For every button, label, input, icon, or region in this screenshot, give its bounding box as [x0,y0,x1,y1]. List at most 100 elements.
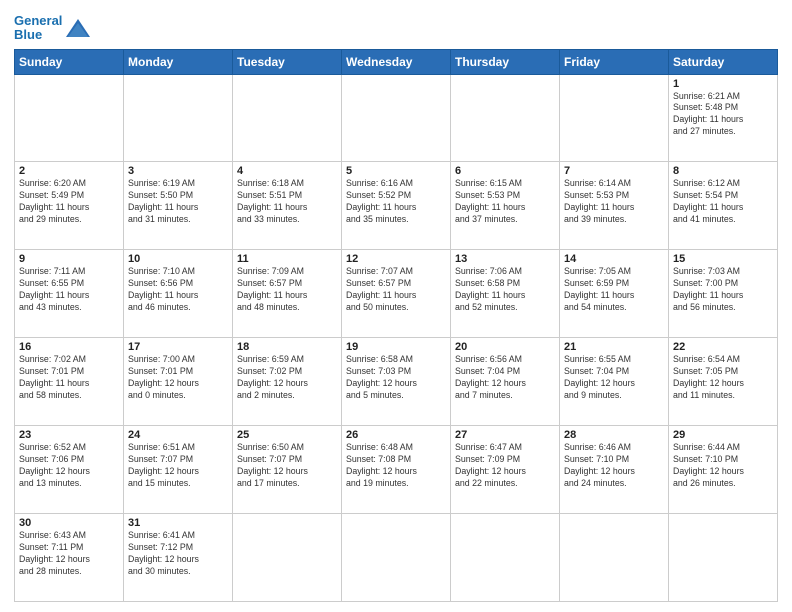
calendar-cell: 20Sunrise: 6:56 AM Sunset: 7:04 PM Dayli… [451,338,560,426]
calendar-cell: 2Sunrise: 6:20 AM Sunset: 5:49 PM Daylig… [15,162,124,250]
calendar-cell: 5Sunrise: 6:16 AM Sunset: 5:52 PM Daylig… [342,162,451,250]
day-number: 5 [346,165,446,177]
day-number: 20 [455,341,555,353]
day-info: Sunrise: 6:58 AM Sunset: 7:03 PM Dayligh… [346,354,446,402]
day-info: Sunrise: 6:50 AM Sunset: 7:07 PM Dayligh… [237,442,337,490]
calendar-cell: 26Sunrise: 6:48 AM Sunset: 7:08 PM Dayli… [342,426,451,514]
day-number: 2 [19,165,119,177]
calendar-cell [560,514,669,602]
day-number: 17 [128,341,228,353]
calendar-cell [233,514,342,602]
calendar-cell [669,514,778,602]
header: General Blue [14,10,778,43]
calendar-cell [451,74,560,162]
logo-blue: Blue [14,27,42,42]
calendar-cell: 8Sunrise: 6:12 AM Sunset: 5:54 PM Daylig… [669,162,778,250]
day-info: Sunrise: 6:44 AM Sunset: 7:10 PM Dayligh… [673,442,773,490]
day-number: 15 [673,253,773,265]
day-number: 23 [19,429,119,441]
day-info: Sunrise: 7:02 AM Sunset: 7:01 PM Dayligh… [19,354,119,402]
calendar-cell: 29Sunrise: 6:44 AM Sunset: 7:10 PM Dayli… [669,426,778,514]
day-header-monday: Monday [124,49,233,74]
day-number: 27 [455,429,555,441]
day-header-wednesday: Wednesday [342,49,451,74]
day-number: 7 [564,165,664,177]
day-number: 30 [19,517,119,529]
day-number: 14 [564,253,664,265]
day-number: 31 [128,517,228,529]
calendar-cell: 14Sunrise: 7:05 AM Sunset: 6:59 PM Dayli… [560,250,669,338]
day-number: 16 [19,341,119,353]
day-number: 24 [128,429,228,441]
day-header-sunday: Sunday [15,49,124,74]
calendar-week-5: 23Sunrise: 6:52 AM Sunset: 7:06 PM Dayli… [15,426,778,514]
day-number: 13 [455,253,555,265]
day-header-friday: Friday [560,49,669,74]
day-info: Sunrise: 7:11 AM Sunset: 6:55 PM Dayligh… [19,266,119,314]
day-info: Sunrise: 7:03 AM Sunset: 7:00 PM Dayligh… [673,266,773,314]
day-header-saturday: Saturday [669,49,778,74]
day-info: Sunrise: 6:41 AM Sunset: 7:12 PM Dayligh… [128,530,228,578]
day-number: 1 [673,78,773,90]
calendar-cell: 27Sunrise: 6:47 AM Sunset: 7:09 PM Dayli… [451,426,560,514]
day-number: 28 [564,429,664,441]
day-number: 8 [673,165,773,177]
calendar-cell: 4Sunrise: 6:18 AM Sunset: 5:51 PM Daylig… [233,162,342,250]
logo-general: General [14,13,62,28]
calendar-cell: 18Sunrise: 6:59 AM Sunset: 7:02 PM Dayli… [233,338,342,426]
calendar-cell: 31Sunrise: 6:41 AM Sunset: 7:12 PM Dayli… [124,514,233,602]
calendar-header-row: SundayMondayTuesdayWednesdayThursdayFrid… [15,49,778,74]
calendar-cell [15,74,124,162]
day-number: 4 [237,165,337,177]
day-number: 25 [237,429,337,441]
calendar-cell: 13Sunrise: 7:06 AM Sunset: 6:58 PM Dayli… [451,250,560,338]
day-info: Sunrise: 6:59 AM Sunset: 7:02 PM Dayligh… [237,354,337,402]
day-info: Sunrise: 7:07 AM Sunset: 6:57 PM Dayligh… [346,266,446,314]
day-info: Sunrise: 6:55 AM Sunset: 7:04 PM Dayligh… [564,354,664,402]
calendar-cell [560,74,669,162]
calendar-week-4: 16Sunrise: 7:02 AM Sunset: 7:01 PM Dayli… [15,338,778,426]
day-info: Sunrise: 6:56 AM Sunset: 7:04 PM Dayligh… [455,354,555,402]
day-info: Sunrise: 6:18 AM Sunset: 5:51 PM Dayligh… [237,178,337,226]
calendar-cell [342,74,451,162]
day-info: Sunrise: 6:43 AM Sunset: 7:11 PM Dayligh… [19,530,119,578]
calendar-cell: 23Sunrise: 6:52 AM Sunset: 7:06 PM Dayli… [15,426,124,514]
day-info: Sunrise: 7:10 AM Sunset: 6:56 PM Dayligh… [128,266,228,314]
day-info: Sunrise: 6:19 AM Sunset: 5:50 PM Dayligh… [128,178,228,226]
logo: General Blue [14,14,92,43]
day-number: 3 [128,165,228,177]
calendar-cell: 7Sunrise: 6:14 AM Sunset: 5:53 PM Daylig… [560,162,669,250]
day-info: Sunrise: 6:14 AM Sunset: 5:53 PM Dayligh… [564,178,664,226]
logo-text: General Blue [14,14,62,43]
day-number: 29 [673,429,773,441]
day-info: Sunrise: 6:48 AM Sunset: 7:08 PM Dayligh… [346,442,446,490]
calendar-cell: 22Sunrise: 6:54 AM Sunset: 7:05 PM Dayli… [669,338,778,426]
calendar-cell: 30Sunrise: 6:43 AM Sunset: 7:11 PM Dayli… [15,514,124,602]
calendar-cell: 3Sunrise: 6:19 AM Sunset: 5:50 PM Daylig… [124,162,233,250]
day-header-thursday: Thursday [451,49,560,74]
day-number: 21 [564,341,664,353]
calendar-cell: 10Sunrise: 7:10 AM Sunset: 6:56 PM Dayli… [124,250,233,338]
calendar-week-1: 1Sunrise: 6:21 AM Sunset: 5:48 PM Daylig… [15,74,778,162]
day-info: Sunrise: 7:00 AM Sunset: 7:01 PM Dayligh… [128,354,228,402]
day-number: 6 [455,165,555,177]
logo-icon [64,17,92,39]
calendar-cell: 19Sunrise: 6:58 AM Sunset: 7:03 PM Dayli… [342,338,451,426]
day-info: Sunrise: 6:16 AM Sunset: 5:52 PM Dayligh… [346,178,446,226]
calendar-cell: 11Sunrise: 7:09 AM Sunset: 6:57 PM Dayli… [233,250,342,338]
day-info: Sunrise: 6:51 AM Sunset: 7:07 PM Dayligh… [128,442,228,490]
day-number: 12 [346,253,446,265]
day-info: Sunrise: 7:05 AM Sunset: 6:59 PM Dayligh… [564,266,664,314]
calendar-cell: 1Sunrise: 6:21 AM Sunset: 5:48 PM Daylig… [669,74,778,162]
day-number: 18 [237,341,337,353]
day-number: 10 [128,253,228,265]
calendar-week-3: 9Sunrise: 7:11 AM Sunset: 6:55 PM Daylig… [15,250,778,338]
calendar-cell [342,514,451,602]
calendar-cell [451,514,560,602]
day-info: Sunrise: 6:12 AM Sunset: 5:54 PM Dayligh… [673,178,773,226]
day-info: Sunrise: 6:21 AM Sunset: 5:48 PM Dayligh… [673,91,773,139]
day-info: Sunrise: 6:52 AM Sunset: 7:06 PM Dayligh… [19,442,119,490]
calendar-cell: 28Sunrise: 6:46 AM Sunset: 7:10 PM Dayli… [560,426,669,514]
calendar-week-6: 30Sunrise: 6:43 AM Sunset: 7:11 PM Dayli… [15,514,778,602]
calendar-cell: 12Sunrise: 7:07 AM Sunset: 6:57 PM Dayli… [342,250,451,338]
